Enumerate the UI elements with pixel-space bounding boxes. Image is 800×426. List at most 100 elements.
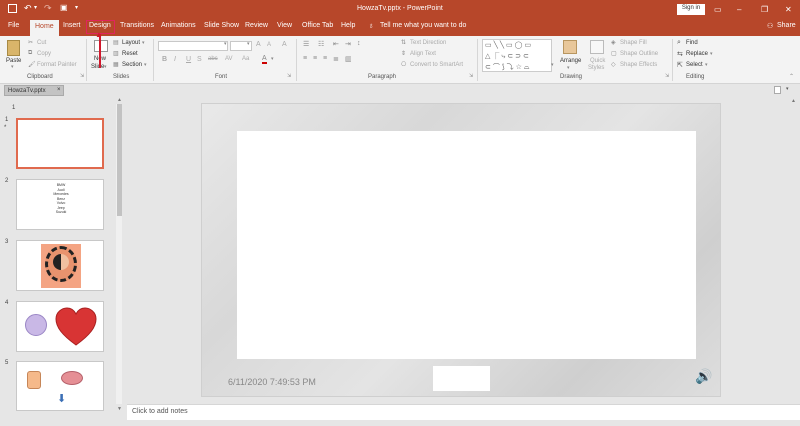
section-button[interactable]: Section	[122, 62, 142, 68]
slide-footer-placeholder[interactable]	[433, 366, 490, 391]
font-color-icon[interactable]: A	[262, 55, 267, 64]
slide-thumbnail-3[interactable]	[16, 240, 104, 291]
restore-button[interactable]: ❐	[761, 5, 768, 14]
slide-thumbnail-2[interactable]: BMW Audi Mercedes Benz Volvo Jeep Suzuki	[16, 179, 104, 230]
convert-smartart-button[interactable]: Convert to SmartArt	[410, 62, 463, 68]
character-spacing-button[interactable]: AV	[225, 56, 233, 62]
collapse-ribbon-icon[interactable]: ⌃	[789, 73, 794, 80]
tab-review[interactable]: Review	[245, 22, 268, 29]
align-left-icon[interactable]: ≡	[303, 55, 307, 62]
quick-styles-label-2[interactable]: Styles	[588, 65, 604, 71]
font-size-chevron-down-icon[interactable]: ▾	[247, 41, 250, 47]
new-document-icon[interactable]	[774, 86, 781, 94]
tab-help[interactable]: Help	[341, 22, 355, 29]
paste-dropdown-icon[interactable]: ▾	[11, 64, 14, 70]
new-slide-label-2[interactable]: Slide	[91, 64, 104, 70]
slide-content-placeholder[interactable]	[237, 131, 696, 359]
copy-button[interactable]: Copy	[37, 51, 51, 57]
tab-home[interactable]: Home	[30, 20, 59, 36]
start-slideshow-icon[interactable]: ▣	[60, 3, 68, 12]
align-right-icon[interactable]: ≡	[323, 55, 327, 62]
minimize-button[interactable]: –	[737, 5, 741, 14]
replace-dropdown-icon[interactable]: ▾	[710, 51, 713, 57]
undo-dropdown-icon[interactable]: ▾	[34, 4, 37, 11]
signin-button[interactable]: Sign in	[677, 4, 705, 15]
select-button[interactable]: Select	[686, 62, 703, 68]
close-button[interactable]: ✕	[785, 5, 792, 14]
font-launcher-icon[interactable]: ⇲	[287, 73, 291, 79]
grow-font-button[interactable]: A	[256, 41, 261, 48]
bold-button[interactable]: B	[162, 56, 167, 63]
layout-icon[interactable]: ▤	[113, 39, 119, 46]
italic-button[interactable]: I	[174, 56, 176, 63]
customize-toolbar-icon[interactable]: ▾	[75, 4, 78, 11]
section-dropdown-icon[interactable]: ▾	[144, 62, 147, 68]
arrange-dropdown-icon[interactable]: ▾	[567, 65, 570, 71]
thumbnail-scrollbar-thumb[interactable]	[117, 104, 122, 216]
clear-formatting-button[interactable]: A	[282, 41, 287, 48]
scroll-down-icon[interactable]: ▼	[117, 406, 122, 412]
copy-icon[interactable]: ⧉	[28, 50, 32, 57]
tab-slideshow[interactable]: Slide Show	[204, 22, 239, 29]
layout-dropdown-icon[interactable]: ▾	[142, 40, 145, 46]
format-painter-button[interactable]: Format Painter	[37, 62, 77, 68]
bullets-icon[interactable]: ☰	[303, 40, 309, 48]
new-slide-icon[interactable]	[94, 40, 108, 52]
replace-icon[interactable]: ⇆	[677, 50, 683, 58]
quick-styles-label-1[interactable]: Quick	[590, 58, 605, 64]
justify-icon[interactable]: ≣	[333, 55, 339, 63]
text-direction-button[interactable]: Text Direction	[410, 40, 446, 46]
shape-fill-icon[interactable]: ◈	[611, 39, 616, 46]
ribbon-display-options-icon[interactable]: ▭	[714, 5, 722, 14]
paste-icon[interactable]	[7, 40, 20, 56]
share-icon[interactable]: ⚇	[767, 22, 773, 30]
notes-pane[interactable]: Click to add notes	[127, 404, 800, 420]
underline-button[interactable]: U	[186, 56, 191, 63]
text-shadow-button[interactable]: abc	[208, 56, 218, 62]
smartart-icon[interactable]: ⎔	[401, 61, 406, 68]
shape-effects-button[interactable]: Shape Effects	[620, 62, 657, 68]
change-case-button[interactable]: Aa	[242, 56, 249, 62]
decrease-indent-icon[interactable]: ⇤	[333, 40, 339, 48]
undo-icon[interactable]: ↶	[24, 3, 32, 14]
font-name-dropdown[interactable]	[158, 41, 228, 51]
tab-officetab[interactable]: Office Tab	[302, 22, 333, 29]
text-direction-icon[interactable]: ⇅	[401, 39, 406, 46]
quick-styles-icon[interactable]	[590, 40, 604, 54]
audio-icon[interactable]: 🔊	[695, 368, 712, 385]
shape-outline-icon[interactable]: ▢	[611, 50, 617, 57]
tab-file[interactable]: File	[8, 22, 19, 29]
shape-effects-icon[interactable]: ◇	[611, 61, 616, 68]
shapes-gallery[interactable]: ▭╲╲▭◯▭ △⎾⤷⊂⊃⊂ ⊂⌒⟆⤵☆⌓	[482, 39, 552, 72]
paragraph-launcher-icon[interactable]: ⇲	[469, 73, 473, 79]
scroll-up-icon[interactable]: ▲	[117, 97, 122, 103]
document-tab[interactable]: HowzaTv.pptx ×	[4, 85, 64, 96]
tell-me-search[interactable]: Tell me what you want to do	[380, 22, 466, 29]
share-button[interactable]: Share	[777, 22, 796, 29]
slide-thumbnail-4[interactable]	[16, 301, 104, 352]
redo-icon[interactable]: ↷	[44, 3, 52, 14]
strikethrough-button[interactable]: S	[197, 56, 202, 63]
save-icon[interactable]	[8, 4, 17, 13]
tab-transitions[interactable]: Transitions	[120, 22, 154, 29]
tabs-menu-icon[interactable]: ▾	[786, 86, 789, 92]
shapes-more-icon[interactable]: ▾	[551, 62, 554, 68]
replace-button[interactable]: Replace	[686, 51, 708, 57]
align-text-icon[interactable]: ⇕	[401, 50, 406, 57]
slide-thumbnail-5[interactable]: ⬇	[16, 361, 104, 411]
arrange-icon[interactable]	[563, 40, 577, 54]
align-center-icon[interactable]: ≡	[313, 55, 317, 62]
select-dropdown-icon[interactable]: ▾	[705, 62, 708, 68]
tab-animations[interactable]: Animations	[161, 22, 196, 29]
numbering-icon[interactable]: ☷	[318, 40, 324, 48]
reset-button[interactable]: Reset	[122, 51, 138, 57]
shape-outline-button[interactable]: Shape Outline	[620, 51, 658, 57]
line-spacing-icon[interactable]: ↕	[357, 40, 361, 47]
select-icon[interactable]: ⇱	[677, 61, 683, 69]
shape-fill-button[interactable]: Shape Fill	[620, 40, 647, 46]
section-icon[interactable]: ▦	[113, 61, 119, 68]
columns-icon[interactable]: ▥	[345, 55, 352, 63]
find-button[interactable]: Find	[686, 40, 698, 46]
font-color-dropdown-icon[interactable]: ▾	[271, 56, 274, 62]
slide-thumbnail-1[interactable]	[16, 118, 104, 169]
